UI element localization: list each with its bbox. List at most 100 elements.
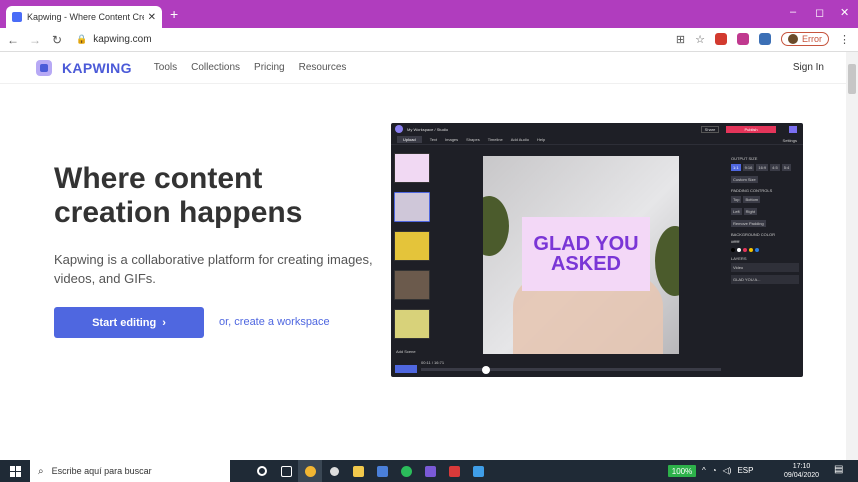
language-indicator[interactable]: ESP: [737, 466, 753, 475]
pad-option: Top: [731, 196, 742, 203]
studio-timeline-knob: [482, 366, 490, 374]
mcafee-icon[interactable]: [442, 460, 466, 482]
ratio-chip: 9:16: [742, 164, 755, 171]
settings-gear-icon[interactable]: [322, 460, 346, 482]
studio-publish-button: Publish: [726, 126, 776, 133]
extension-icon[interactable]: [737, 33, 749, 45]
scrollbar-thumb[interactable]: [848, 64, 856, 94]
studio-preview: My Workspace / Studio Share Publish Uplo…: [391, 123, 803, 377]
studio-play-button: [395, 365, 417, 373]
add-scene-button: Add Scene: [396, 349, 416, 354]
app-icon[interactable]: [418, 460, 442, 482]
studio-tool-audio: Add Audio: [510, 137, 529, 142]
back-arrow-icon[interactable]: ←: [4, 33, 22, 47]
studio-tool-shapes: Shapes: [466, 137, 480, 142]
pad-option: Bottom: [743, 196, 761, 203]
windows-start-icon[interactable]: [0, 460, 30, 482]
system-tray: ^ ◔ ◁) ESP: [702, 466, 753, 475]
ratio-chip: 4:5: [770, 164, 780, 171]
chrome-taskbar-icon[interactable]: [298, 460, 322, 482]
kapwing-logo-icon[interactable]: [36, 59, 52, 76]
task-view-icon[interactable]: [274, 460, 298, 482]
site-header: KAPWING Tools Collections Pricing Resour…: [0, 52, 846, 84]
clock-time: 17:10: [792, 463, 811, 470]
url-text: kapwing.com: [93, 34, 152, 45]
battery-indicator[interactable]: 100%: [668, 465, 696, 477]
chevron-up-icon[interactable]: ^: [702, 466, 706, 475]
studio-tool-images: Images: [445, 137, 459, 142]
notification-icon[interactable]: ▤: [834, 464, 848, 478]
nav-collections[interactable]: Collections: [191, 62, 240, 73]
nav-tools[interactable]: Tools: [154, 62, 177, 73]
scene-thumbnail: [394, 153, 430, 183]
vertical-scrollbar[interactable]: [846, 52, 858, 460]
cortana-icon[interactable]: [250, 460, 274, 482]
close-window-icon[interactable]: ✕: [840, 6, 849, 19]
nav-resources[interactable]: Resources: [299, 62, 347, 73]
bg-color-label: BACKGROUND COLOR: [731, 232, 776, 237]
bg-color-value: #ffffff: [731, 239, 740, 244]
create-workspace-link[interactable]: or, create a workspace: [219, 316, 330, 328]
color-swatch: [737, 248, 741, 252]
pad-option: Left: [731, 208, 742, 215]
forward-arrow-icon[interactable]: →: [26, 33, 44, 47]
layer-item: Video: [731, 263, 799, 272]
file-explorer-icon[interactable]: [346, 460, 370, 482]
remove-padding-chip: Remove Padding: [731, 220, 766, 227]
whatsapp-icon[interactable]: [394, 460, 418, 482]
tab-close-icon[interactable]: ✕: [148, 12, 156, 23]
color-swatch: [731, 248, 735, 252]
color-swatch: [743, 248, 747, 252]
translate-icon[interactable]: ⊞: [676, 33, 685, 46]
taskbar-clock[interactable]: 17:10 09/04/2020: [784, 462, 819, 480]
ratio-chip: 16:9: [756, 164, 769, 171]
sign-in-link[interactable]: Sign In: [793, 62, 824, 73]
brand-name[interactable]: KAPWING: [62, 60, 132, 76]
search-icon: ⌕: [38, 465, 44, 477]
avocado-image: [655, 226, 679, 296]
bookmark-star-icon[interactable]: ☆: [695, 33, 705, 46]
address-bar[interactable]: 🔒 kapwing.com: [76, 34, 152, 45]
ratio-chip: 5:4: [781, 164, 792, 171]
volume-icon[interactable]: ◁): [723, 466, 732, 475]
studio-tool-timeline: Timeline: [487, 137, 503, 142]
color-swatch: [749, 248, 753, 252]
ratio-chip: 1:1: [731, 164, 741, 171]
app-icon[interactable]: [466, 460, 490, 482]
padding-label: PADDING CONTROLS: [731, 188, 773, 193]
lock-icon: 🔒: [76, 34, 88, 44]
maximize-icon[interactable]: ◻: [815, 6, 824, 19]
output-size-label: OUTPUT SIZE: [731, 156, 758, 161]
new-tab-button[interactable]: +: [170, 6, 178, 22]
minimize-icon[interactable]: –: [790, 6, 796, 18]
nav-pricing[interactable]: Pricing: [254, 62, 285, 73]
network-icon[interactable]: ◔: [712, 466, 717, 475]
studio-tool-help: Help: [536, 137, 546, 142]
browser-tab[interactable]: Kapwing - Where Content Creati ✕: [6, 6, 162, 28]
hero-subtitle: Kapwing is a collaborative platform for …: [54, 252, 373, 286]
extension-icon[interactable]: [759, 33, 771, 45]
browser-titlebar: Kapwing - Where Content Creati ✕ + – ◻ ✕: [0, 0, 858, 28]
scene-list: [394, 153, 432, 353]
avatar: [788, 34, 798, 44]
chevron-right-icon: ›: [162, 316, 166, 329]
app-icon[interactable]: [370, 460, 394, 482]
menu-dots-icon[interactable]: ⋮: [839, 33, 850, 46]
avocado-image: [483, 196, 509, 256]
scene-thumbnail: [394, 270, 430, 300]
pad-option: Right: [743, 208, 758, 215]
studio-canvas: GLAD YOU ASKED: [483, 156, 679, 354]
scene-thumbnail: [394, 309, 430, 339]
studio-timeline-track: [421, 368, 721, 371]
reload-icon[interactable]: ↻: [48, 33, 66, 47]
studio-logo-icon: [395, 125, 403, 133]
color-swatch: [755, 248, 759, 252]
studio-user-icon: [789, 126, 797, 133]
profile-error-button[interactable]: Error: [781, 32, 829, 46]
taskbar-search[interactable]: ⌕ Escribe aquí para buscar: [30, 460, 230, 482]
studio-tool-upload: Upload: [397, 136, 422, 143]
hero-title: Where content creation happens: [54, 162, 303, 229]
start-editing-button[interactable]: Start editing ›: [54, 307, 204, 338]
extension-icon[interactable]: [715, 33, 727, 45]
canvas-text-overlay: GLAD YOU ASKED: [522, 217, 650, 291]
